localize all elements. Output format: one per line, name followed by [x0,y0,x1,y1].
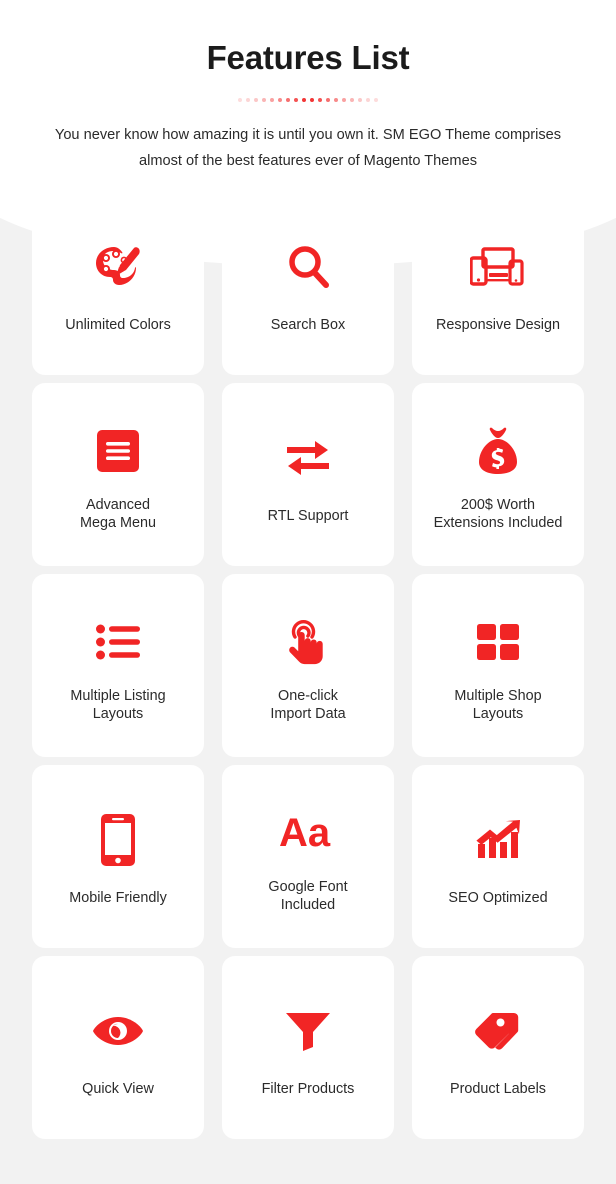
divider-dot [342,97,346,102]
page-header: Features List You never know how amazing… [0,0,616,174]
divider-dot [238,97,242,102]
divider-dot [310,97,314,102]
feature-card-label: Unlimited Colors [65,316,171,333]
divider-dot [326,97,330,102]
svg-text:Aa: Aa [279,812,331,854]
typography-aa-icon: Aa [279,802,337,864]
feature-card-label: Multiple Listing Layouts [70,687,166,722]
feature-card[interactable]: One-click Import Data [222,574,394,757]
feature-card-label: 200$ Worth Extensions Included [433,496,563,531]
feature-card-label: Quick View [82,1080,154,1097]
hamburger-menu-icon [97,420,139,482]
feature-card-label: Advanced Mega Menu [80,496,156,531]
feature-card-label: Filter Products [261,1080,355,1097]
feature-card[interactable]: Product Labels [412,956,584,1139]
feature-card[interactable]: 200$ Worth Extensions Included [412,383,584,566]
palette-icon [93,236,143,298]
mobile-phone-icon [101,809,135,871]
feature-card-label: Multiple Shop Layouts [454,687,542,722]
divider-dot [334,97,338,102]
feature-card[interactable]: Quick View [32,956,204,1139]
eye-icon [92,1000,144,1062]
divider-dot [374,97,378,102]
feature-card-label: Google Font Included [268,878,348,913]
funnel-filter-icon [285,1000,331,1062]
divider-dot [358,97,362,102]
divider-dot [270,97,274,102]
feature-card[interactable]: Mobile Friendly [32,765,204,948]
feature-card[interactable]: Multiple Listing Layouts [32,574,204,757]
grid-squares-icon [477,611,519,673]
feature-card[interactable]: Advanced Mega Menu [32,383,204,566]
price-tags-icon [473,1000,523,1062]
feature-card-label: Product Labels [450,1080,546,1097]
feature-card-label: RTL Support [267,507,349,524]
search-icon [286,236,330,298]
divider-dot [350,97,354,102]
arrows-exchange-icon [284,427,332,489]
feature-card[interactable]: Multiple Shop Layouts [412,574,584,757]
feature-card[interactable]: Aa Google Font Included [222,765,394,948]
feature-card-label: Search Box [270,316,346,333]
divider-dot [318,97,322,102]
feature-card[interactable]: SEO Optimized [412,765,584,948]
growth-chart-icon [474,809,522,871]
feature-card-label: One-click Import Data [270,687,346,722]
money-bag-icon [475,420,521,482]
bullet-list-icon [96,611,140,673]
divider-dot [286,97,290,102]
divider-dot [262,97,266,102]
page-title: Features List [206,39,410,76]
hand-click-icon [285,611,331,673]
features-grid: Unlimited Colors Search Box Responsive D… [32,192,584,1139]
divider-dot [278,97,282,102]
feature-card[interactable]: RTL Support [222,383,394,566]
feature-card[interactable]: Search Box [222,192,394,375]
feature-card[interactable]: Filter Products [222,956,394,1139]
features-list-page: Features List You never know how amazing… [0,0,616,1184]
page-subtitle: You never know how amazing it is until y… [54,126,562,169]
divider-dot [294,97,298,102]
feature-card[interactable]: Responsive Design [412,192,584,375]
responsive-devices-icon [470,236,526,298]
divider-dot [302,97,306,102]
divider-dot [246,97,250,102]
divider-dot [366,97,370,102]
feature-card-label: SEO Optimized [448,889,548,906]
feature-card-label: Responsive Design [436,316,560,333]
feature-card[interactable]: Unlimited Colors [32,192,204,375]
feature-card-label: Mobile Friendly [69,889,167,906]
dots-divider-icon [221,94,396,106]
divider-dot [254,97,258,102]
